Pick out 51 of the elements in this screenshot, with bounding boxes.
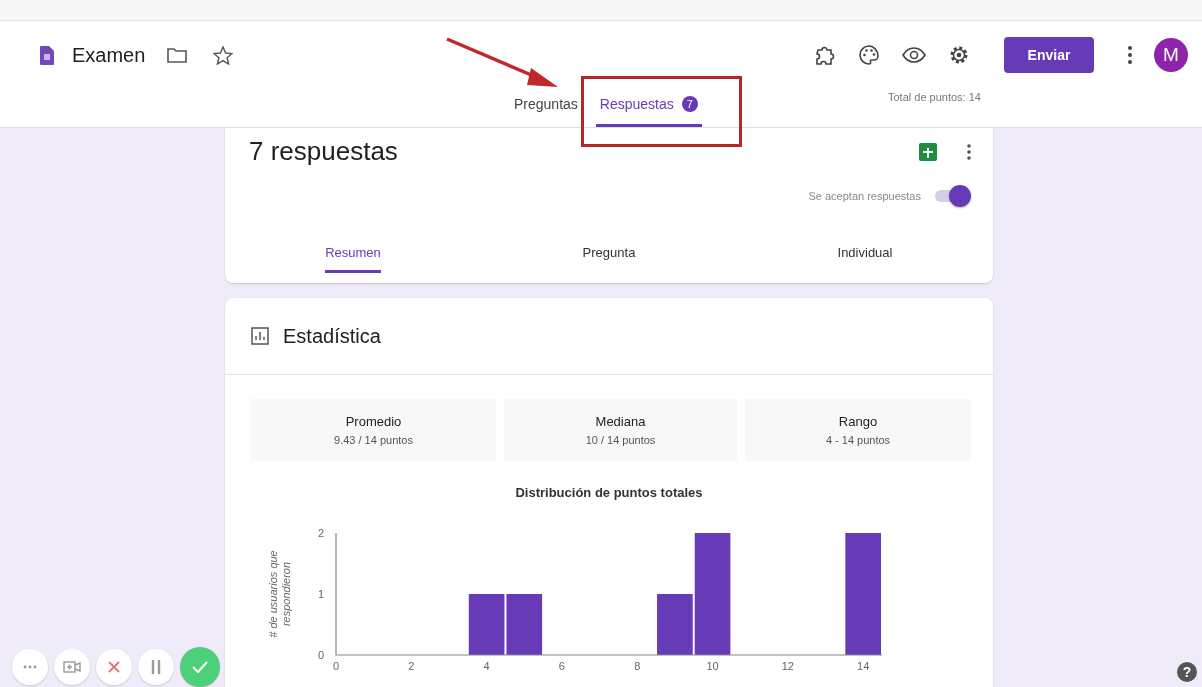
settings-icon[interactable] <box>948 44 970 66</box>
tick-label: 0 <box>317 649 324 661</box>
avatar[interactable]: M <box>1154 38 1188 72</box>
more-icon[interactable] <box>1128 46 1132 64</box>
tick-label: 2 <box>317 527 324 539</box>
tick-label: 14 <box>857 660 870 672</box>
tick-label: 0 <box>332 660 340 672</box>
forms-icon[interactable] <box>40 45 54 65</box>
total-points: Total de puntos: 14 <box>888 91 981 103</box>
tick-label: 4 <box>483 660 490 672</box>
puzzle-icon[interactable] <box>814 44 836 66</box>
check-button[interactable] <box>180 647 220 687</box>
tick-label: 8 <box>634 660 641 672</box>
axis-label: # de usuarios que respondieron <box>267 550 292 638</box>
check-icon <box>192 661 208 673</box>
more-icon[interactable] <box>967 143 971 160</box>
stat-value: 10 / 14 puntos <box>585 434 656 446</box>
accepting-label: Se aceptan respuestas <box>808 190 921 202</box>
count-badge: 7 <box>681 95 698 112</box>
pause-button[interactable] <box>138 649 174 685</box>
folder-icon[interactable] <box>167 47 188 63</box>
stat-label: Promedio <box>345 414 402 429</box>
camera-icon <box>63 660 81 674</box>
help-button[interactable]: ? <box>1177 662 1197 682</box>
tick-label: 2 <box>408 660 415 672</box>
spreadsheet-icon[interactable] <box>919 142 937 161</box>
accepting-toggle[interactable] <box>935 185 971 207</box>
tab[interactable]: Pregunta <box>481 233 737 283</box>
tab[interactable]: Resumen <box>225 233 481 283</box>
chart-title: Distribución de puntos totales <box>514 485 704 500</box>
tab[interactable]: Individual <box>737 233 993 283</box>
chart-icon <box>251 327 269 345</box>
stat-value: 4 - 14 puntos <box>825 434 891 446</box>
form-title[interactable]: Examen <box>72 43 146 67</box>
close-icon <box>107 660 121 674</box>
tab[interactable]: Preguntas <box>510 89 582 127</box>
stat-label: Rango <box>838 414 878 429</box>
tick-label: 6 <box>558 660 565 672</box>
star-icon[interactable] <box>213 45 234 65</box>
stat-value: 9.43 / 14 puntos <box>334 434 413 446</box>
palette-icon[interactable] <box>858 44 880 66</box>
tick-label: 10 <box>706 660 719 672</box>
tick-label: 12 <box>781 660 794 672</box>
responses-count: 7 respuestas <box>249 136 398 167</box>
section-title: Estadística <box>283 324 381 348</box>
dots-icon <box>23 665 37 669</box>
stat-label: Mediana <box>595 414 646 429</box>
tick-label: 1 <box>317 588 324 600</box>
pause-icon <box>150 659 162 675</box>
send-button[interactable]: Enviar <box>1004 37 1094 73</box>
eye-icon[interactable] <box>902 47 926 63</box>
